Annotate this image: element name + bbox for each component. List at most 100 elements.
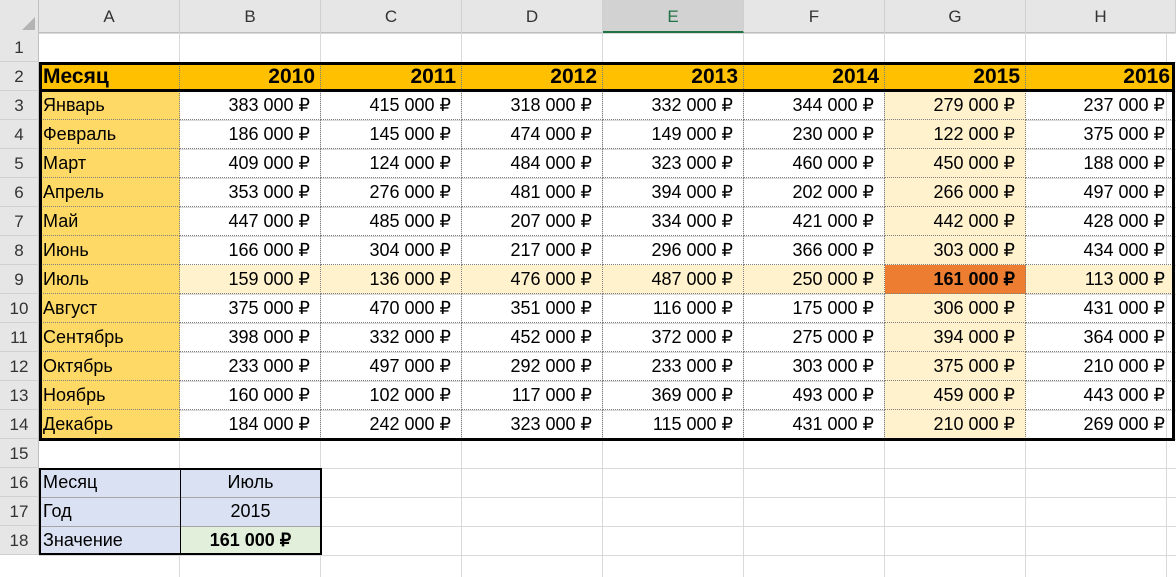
value-cell[interactable]: 460 000 ₽: [744, 149, 885, 178]
month-cell[interactable]: Январь: [39, 91, 180, 120]
value-cell[interactable]: 332 000 ₽: [321, 323, 462, 352]
row-header-6[interactable]: 6: [0, 178, 39, 207]
value-cell[interactable]: 434 000 ₽: [1026, 236, 1175, 265]
row-header-4[interactable]: 4: [0, 120, 39, 149]
value-cell[interactable]: 394 000 ₽: [885, 323, 1026, 352]
value-cell[interactable]: 484 000 ₽: [462, 149, 603, 178]
column-header-g[interactable]: G: [885, 0, 1026, 33]
month-cell[interactable]: Ноябрь: [39, 381, 180, 410]
value-cell[interactable]: 304 000 ₽: [321, 236, 462, 265]
column-header-d[interactable]: D: [462, 0, 603, 33]
select-all-corner[interactable]: [0, 0, 39, 33]
value-cell[interactable]: 443 000 ₽: [1026, 381, 1175, 410]
value-cell[interactable]: 344 000 ₽: [744, 91, 885, 120]
value-cell[interactable]: 292 000 ₽: [462, 352, 603, 381]
value-cell[interactable]: 175 000 ₽: [744, 294, 885, 323]
row-header-8[interactable]: 8: [0, 236, 39, 265]
value-cell[interactable]: 375 000 ₽: [885, 352, 1026, 381]
value-cell[interactable]: 266 000 ₽: [885, 178, 1026, 207]
column-header-a[interactable]: A: [39, 0, 180, 33]
value-cell[interactable]: 233 000 ₽: [180, 352, 321, 381]
value-cell[interactable]: 369 000 ₽: [603, 381, 744, 410]
row-header-15[interactable]: 15: [0, 439, 39, 468]
value-cell[interactable]: 242 000 ₽: [321, 410, 462, 439]
value-cell[interactable]: 323 000 ₽: [462, 410, 603, 439]
row-header-9[interactable]: 9: [0, 265, 39, 294]
value-cell[interactable]: 210 000 ₽: [1026, 352, 1175, 381]
column-header-c[interactable]: C: [321, 0, 462, 33]
row-header-1[interactable]: 1: [0, 33, 39, 62]
lookup-year-input[interactable]: 2015: [180, 497, 321, 526]
value-cell[interactable]: 296 000 ₽: [603, 236, 744, 265]
value-cell[interactable]: 481 000 ₽: [462, 178, 603, 207]
value-cell[interactable]: 353 000 ₽: [180, 178, 321, 207]
row-header-11[interactable]: 11: [0, 323, 39, 352]
value-cell[interactable]: 145 000 ₽: [321, 120, 462, 149]
header-cell-year-2010[interactable]: 2010: [180, 62, 321, 91]
row-header-14[interactable]: 14: [0, 410, 39, 439]
lookup-month-label[interactable]: Месяц: [39, 468, 180, 497]
value-cell[interactable]: 160 000 ₽: [180, 381, 321, 410]
value-cell[interactable]: 383 000 ₽: [180, 91, 321, 120]
month-cell[interactable]: Декабрь: [39, 410, 180, 439]
header-cell-year-2011[interactable]: 2011: [321, 62, 462, 91]
value-cell[interactable]: 428 000 ₽: [1026, 207, 1175, 236]
value-cell[interactable]: 497 000 ₽: [321, 352, 462, 381]
row-header-17[interactable]: 17: [0, 497, 39, 526]
value-cell[interactable]: 202 000 ₽: [744, 178, 885, 207]
month-cell[interactable]: Июнь: [39, 236, 180, 265]
value-cell[interactable]: 136 000 ₽: [321, 265, 462, 294]
value-cell[interactable]: 394 000 ₽: [603, 178, 744, 207]
row-header-10[interactable]: 10: [0, 294, 39, 323]
header-cell-year-2013[interactable]: 2013: [603, 62, 744, 91]
value-cell[interactable]: 487 000 ₽: [603, 265, 744, 294]
value-cell[interactable]: 366 000 ₽: [744, 236, 885, 265]
value-cell[interactable]: 237 000 ₽: [1026, 91, 1175, 120]
value-cell[interactable]: 117 000 ₽: [462, 381, 603, 410]
value-cell[interactable]: 303 000 ₽: [885, 236, 1026, 265]
value-cell[interactable]: 102 000 ₽: [321, 381, 462, 410]
value-cell[interactable]: 421 000 ₽: [744, 207, 885, 236]
value-cell[interactable]: 398 000 ₽: [180, 323, 321, 352]
value-cell[interactable]: 275 000 ₽: [744, 323, 885, 352]
value-cell[interactable]: 459 000 ₽: [885, 381, 1026, 410]
column-header-h[interactable]: H: [1026, 0, 1176, 33]
month-cell[interactable]: Октябрь: [39, 352, 180, 381]
month-cell[interactable]: Май: [39, 207, 180, 236]
value-cell[interactable]: 431 000 ₽: [1026, 294, 1175, 323]
value-cell[interactable]: 124 000 ₽: [321, 149, 462, 178]
value-cell[interactable]: 250 000 ₽: [744, 265, 885, 294]
value-cell[interactable]: 323 000 ₽: [603, 149, 744, 178]
value-cell[interactable]: 186 000 ₽: [180, 120, 321, 149]
row-header-16[interactable]: 16: [0, 468, 39, 497]
row-header-5[interactable]: 5: [0, 149, 39, 178]
header-cell-year-2016[interactable]: 2016: [1026, 62, 1175, 91]
value-cell[interactable]: 269 000 ₽: [1026, 410, 1175, 439]
value-cell[interactable]: 159 000 ₽: [180, 265, 321, 294]
value-cell[interactable]: 334 000 ₽: [603, 207, 744, 236]
month-cell[interactable]: Февраль: [39, 120, 180, 149]
month-cell[interactable]: Апрель: [39, 178, 180, 207]
value-cell[interactable]: 332 000 ₽: [603, 91, 744, 120]
value-cell[interactable]: 207 000 ₽: [462, 207, 603, 236]
column-header-b[interactable]: B: [180, 0, 321, 33]
value-cell[interactable]: 364 000 ₽: [1026, 323, 1175, 352]
value-cell[interactable]: 122 000 ₽: [885, 120, 1026, 149]
header-cell-year-2014[interactable]: 2014: [744, 62, 885, 91]
value-cell[interactable]: 210 000 ₽: [885, 410, 1026, 439]
value-cell[interactable]: 115 000 ₽: [603, 410, 744, 439]
month-cell[interactable]: Сентябрь: [39, 323, 180, 352]
lookup-result-label[interactable]: Значение: [39, 526, 180, 555]
value-cell[interactable]: 474 000 ₽: [462, 120, 603, 149]
month-cell[interactable]: Март: [39, 149, 180, 178]
row-header-7[interactable]: 7: [0, 207, 39, 236]
lookup-year-label[interactable]: Год: [39, 497, 180, 526]
value-cell[interactable]: 149 000 ₽: [603, 120, 744, 149]
value-cell[interactable]: 233 000 ₽: [603, 352, 744, 381]
value-cell[interactable]: 450 000 ₽: [885, 149, 1026, 178]
value-cell[interactable]: 303 000 ₽: [744, 352, 885, 381]
value-cell[interactable]: 431 000 ₽: [744, 410, 885, 439]
value-cell[interactable]: 161 000 ₽: [885, 265, 1026, 294]
row-header-12[interactable]: 12: [0, 352, 39, 381]
row-header-18[interactable]: 18: [0, 526, 39, 555]
